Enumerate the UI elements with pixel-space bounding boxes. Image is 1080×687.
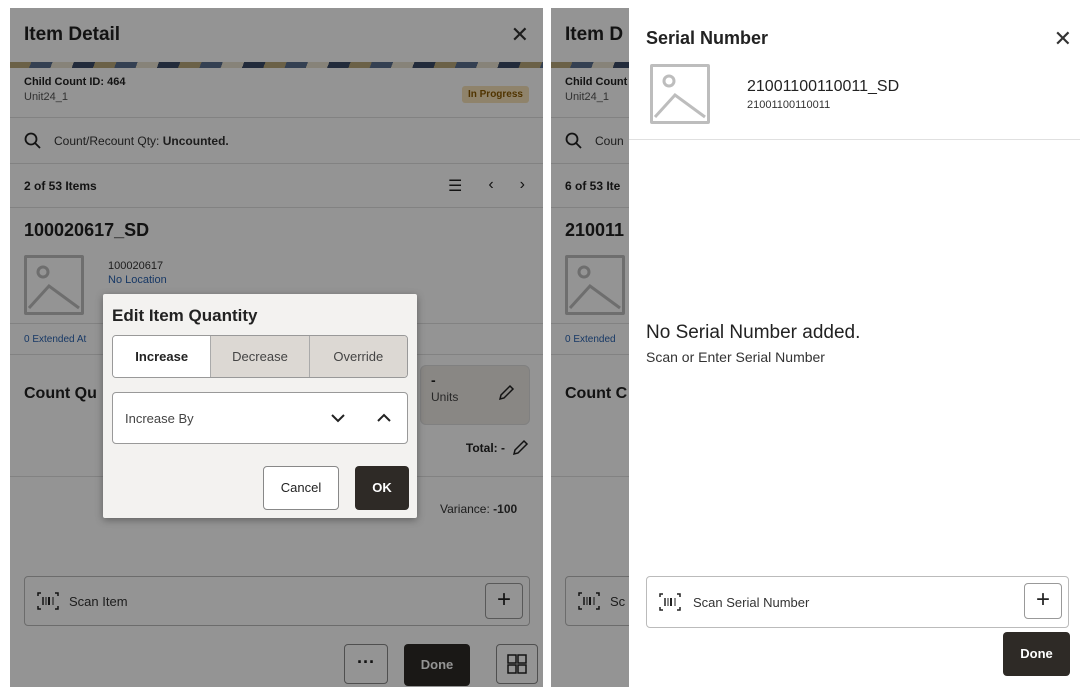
edit-item-quantity-dialog: Edit Item Quantity Increase Decrease Ove…	[103, 294, 417, 518]
empty-state-subtitle: Scan or Enter Serial Number	[646, 349, 825, 365]
segment-override[interactable]: Override	[308, 336, 407, 377]
scan-serial-placeholder: Scan Serial Number	[693, 594, 810, 610]
increase-by-select[interactable]: Increase By	[112, 392, 408, 444]
serial-number-drawer: Serial Number ✕ 21001100110011_SD 210011…	[629, 8, 1080, 687]
cancel-button[interactable]: Cancel	[263, 466, 339, 510]
scan-serial-number-input[interactable]: Scan Serial Number +	[646, 576, 1069, 628]
adjustment-type-segmented-control: Increase Decrease Override	[112, 335, 408, 378]
chevron-up-icon[interactable]	[375, 409, 393, 427]
done-button[interactable]: Done	[1003, 632, 1070, 676]
drawer-title: Serial Number	[646, 28, 769, 48]
add-serial-button[interactable]: +	[1024, 583, 1062, 619]
item-detail-screen: Item Detail ✕ Child Count ID: 464 Unit24…	[10, 8, 543, 687]
increase-by-value: Increase By	[125, 410, 194, 426]
segment-decrease[interactable]: Decrease	[210, 336, 309, 377]
barcode-icon	[659, 593, 681, 611]
chevron-down-icon[interactable]	[329, 409, 347, 427]
dialog-title: Edit Item Quantity	[112, 306, 258, 325]
segment-increase[interactable]: Increase	[113, 336, 211, 377]
serial-number-screen: Item D Child Count Unit24_1 Coun 6 of 53…	[551, 8, 1080, 687]
image-placeholder-icon	[650, 64, 710, 124]
close-icon[interactable]: ✕	[1054, 26, 1072, 52]
divider	[629, 139, 1080, 140]
serial-item-name: 21001100110011_SD	[747, 78, 900, 95]
ok-button[interactable]: OK	[355, 466, 409, 510]
serial-item-number: 21001100110011	[747, 99, 831, 111]
empty-state-title: No Serial Number added.	[646, 322, 861, 343]
